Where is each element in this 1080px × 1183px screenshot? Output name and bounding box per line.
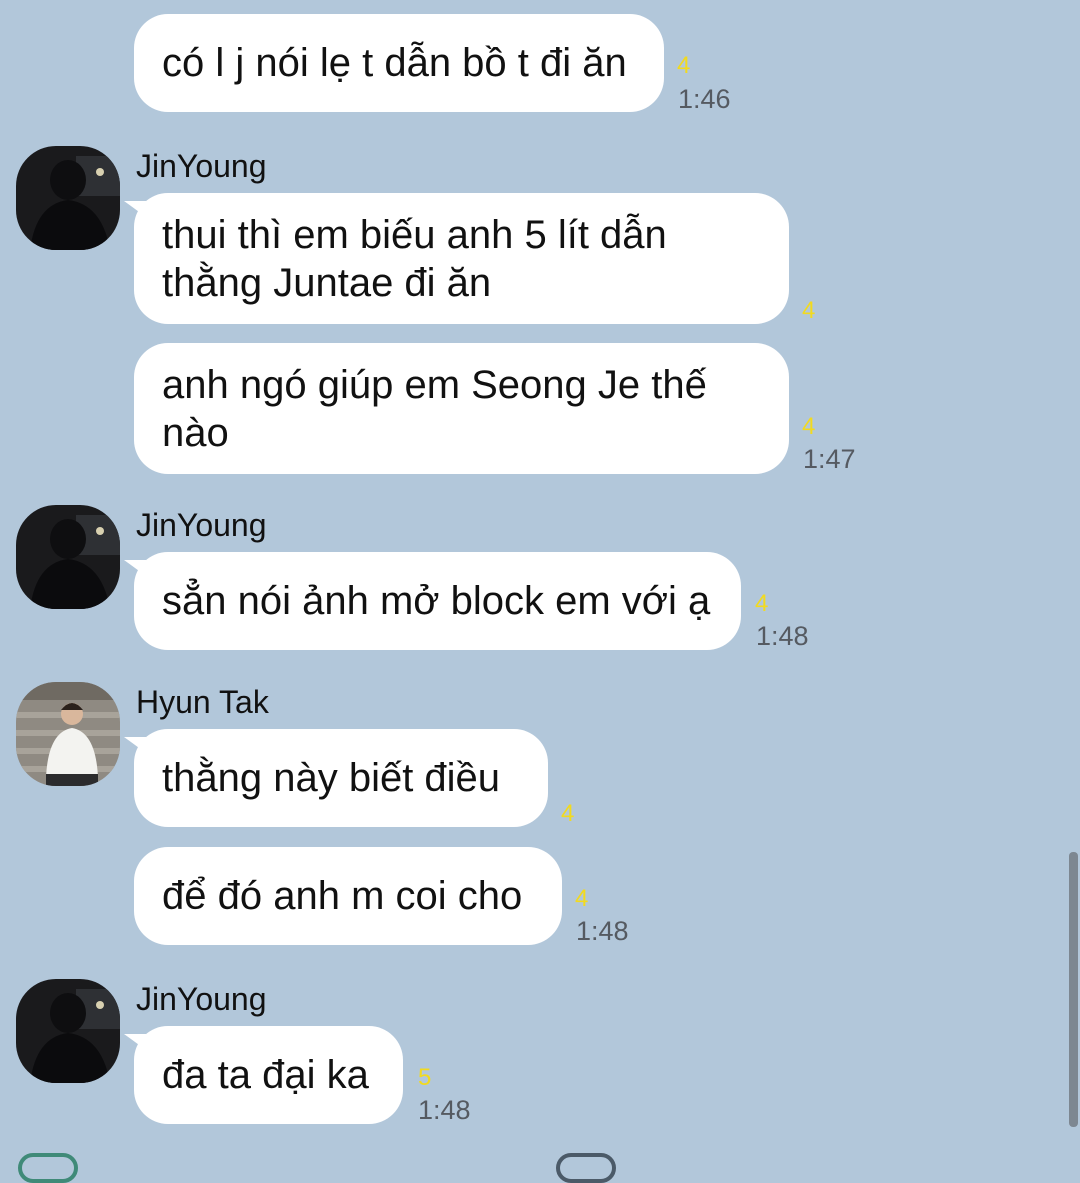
message-bubble[interactable]: thằng này biết điều — [124, 729, 548, 827]
message-bubble[interactable]: có l j nói lẹ t dẫn bồ t đi ăn — [134, 14, 664, 112]
message-bubble[interactable]: đa ta đại ka — [124, 1026, 403, 1124]
avatar-photo-icon — [16, 979, 120, 1083]
sender-avatar[interactable] — [16, 146, 120, 250]
message-text: anh ngó giúp em Seong Je thế nào — [162, 362, 707, 455]
message-time: 1:48 — [418, 1095, 471, 1125]
unread-count: 4 — [575, 885, 589, 912]
unread-count: 4 — [802, 413, 816, 440]
sender-name: Hyun Tak — [136, 684, 269, 720]
unread-count: 4 — [677, 52, 691, 79]
message-text: sẳn nói ảnh mở block em với ạ — [162, 579, 711, 623]
message-bubble[interactable]: để đó anh m coi cho — [134, 847, 562, 945]
chat-message-list[interactable]: có l j nói lẹ t dẫn bồ t đi ăn 4 1:46 Ji… — [0, 0, 1080, 1183]
partial-avatar-hint — [18, 1153, 78, 1183]
sender-avatar[interactable] — [16, 682, 120, 786]
message-bubble[interactable]: sẳn nói ảnh mở block em với ạ — [124, 552, 741, 650]
message-text: thằng này biết điều — [162, 756, 501, 800]
message-text: có l j nói lẹ t dẫn bồ t đi ăn — [162, 41, 627, 85]
avatar-photo-icon — [16, 146, 120, 250]
message-time: 1:46 — [678, 84, 731, 114]
message-time: 1:48 — [576, 916, 629, 946]
sender-name: JinYoung — [136, 981, 267, 1017]
avatar-photo-icon — [16, 505, 120, 609]
unread-count: 5 — [418, 1064, 432, 1091]
message-time: 1:48 — [756, 621, 809, 651]
message-time: 1:47 — [803, 444, 856, 474]
scrollbar[interactable] — [1069, 852, 1078, 1127]
message-text: thui thì em biếu anh 5 lít dẫn thằng Jun… — [162, 212, 667, 305]
sender-name: JinYoung — [136, 148, 267, 184]
message-text: để đó anh m coi cho — [162, 874, 523, 918]
sender-avatar[interactable] — [16, 505, 120, 609]
sender-avatar[interactable] — [16, 979, 120, 1083]
unread-count: 4 — [802, 297, 816, 324]
message-bubble[interactable]: thui thì em biếu anh 5 lít dẫn thằng Jun… — [124, 193, 789, 324]
sender-name: JinYoung — [136, 507, 267, 543]
message-bubble[interactable]: anh ngó giúp em Seong Je thế nào — [134, 343, 789, 474]
message-text: đa ta đại ka — [162, 1053, 369, 1097]
partial-button-hint — [556, 1153, 616, 1183]
unread-count: 4 — [561, 800, 575, 827]
unread-count: 4 — [755, 590, 769, 617]
avatar-photo-icon — [16, 682, 120, 786]
